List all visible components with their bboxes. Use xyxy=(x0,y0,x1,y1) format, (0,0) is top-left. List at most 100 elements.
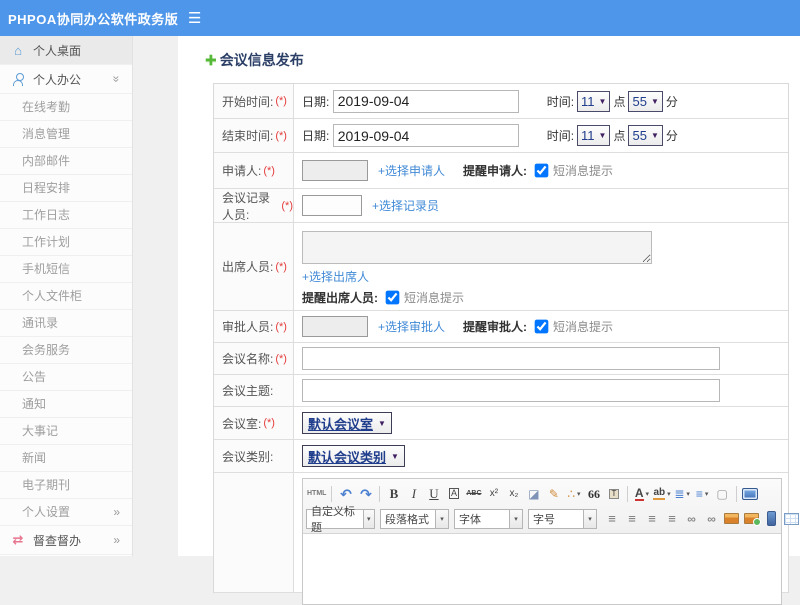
applicant-input[interactable] xyxy=(302,160,368,181)
bold-icon[interactable]: B xyxy=(384,484,403,503)
end-date-input[interactable] xyxy=(332,124,519,147)
choose-approver-link[interactable]: +选择审批人 xyxy=(378,318,445,335)
html-source-icon[interactable]: HTML xyxy=(306,484,327,503)
sidebar-item-message-management[interactable]: 消息管理 xyxy=(0,121,132,148)
rich-text-editor: HTML ↶ ↷ B I U A ABC x² x₂ ◪ ✎ ∴ ▾ 66 T … xyxy=(302,478,799,605)
start-date-input[interactable] xyxy=(332,89,519,113)
insert-table-icon[interactable] xyxy=(782,509,800,528)
start-hour-select[interactable]: 11 ▼ xyxy=(577,90,611,112)
meeting-room-label: 会议室: (*) xyxy=(214,407,294,439)
strikethrough-icon[interactable]: ABC xyxy=(464,484,483,503)
recorder-input[interactable] xyxy=(302,195,362,216)
undo-icon[interactable]: ↶ xyxy=(336,484,355,503)
sidebar-item-schedule[interactable]: 日程安排 xyxy=(0,175,132,202)
sidebar-item-online-attendance[interactable]: 在线考勤 xyxy=(0,94,132,121)
meeting-type-select[interactable]: 默认会议类别 ▼ xyxy=(302,445,405,467)
format-painter-icon[interactable]: ✎ xyxy=(544,484,563,503)
approver-label: 审批人员: (*) xyxy=(214,311,294,342)
font-color-icon[interactable]: A ▾ xyxy=(632,484,651,503)
insert-image-icon[interactable] xyxy=(722,509,741,528)
end-hour-select[interactable]: 11 ▼ xyxy=(577,125,611,146)
date-label: 日期: xyxy=(302,129,330,143)
sidebar-item-supervision[interactable]: ⇄ 督查督办 » xyxy=(0,526,132,555)
sidebar-item-e-journal[interactable]: 电子期刊 xyxy=(0,472,132,499)
align-center-icon[interactable]: ≡ xyxy=(622,509,641,528)
underline-icon[interactable]: U xyxy=(424,484,443,503)
paragraph-format-select[interactable]: 段落格式 ▾ xyxy=(380,508,449,529)
shuffle-icon: ⇄ xyxy=(12,532,24,547)
editor-content-area[interactable] xyxy=(303,534,781,604)
meeting-type-label: 会议类别: xyxy=(214,440,294,472)
preview-icon[interactable] xyxy=(741,484,760,503)
top-bar: PHPOA协同办公软件政务版 ☰ xyxy=(0,0,800,36)
choose-applicant-link[interactable]: +选择申请人 xyxy=(378,162,445,179)
toolbar-separator xyxy=(331,485,333,502)
align-left-icon[interactable]: ≡ xyxy=(602,509,621,528)
meeting-topic-input[interactable] xyxy=(302,379,720,402)
align-justify-icon[interactable]: ≡ xyxy=(662,509,681,528)
attendees-sms-checkbox[interactable] xyxy=(385,290,400,305)
sidebar-item-news[interactable]: 新闻 xyxy=(0,445,132,472)
subscript-icon[interactable]: x₂ xyxy=(504,484,523,503)
required-mark: (*) xyxy=(275,129,287,142)
blank-page-icon[interactable]: ▢ xyxy=(713,484,732,503)
row-attendees: 出席人员: (*) +选择出席人 提醒出席人员: 短消息提示 xyxy=(214,223,788,311)
sidebar-item-announcement[interactable]: 公告 xyxy=(0,364,132,391)
sidebar-item-memorabilia[interactable]: 大事记 xyxy=(0,418,132,445)
sidebar-item-internal-mail[interactable]: 内部邮件 xyxy=(0,148,132,175)
meeting-room-select[interactable]: 默认会议室 ▼ xyxy=(302,412,392,434)
meeting-content-label xyxy=(214,473,294,592)
unordered-list-icon[interactable]: ≡ ▾ xyxy=(693,484,712,503)
sidebar-item-work-log[interactable]: 工作日志 xyxy=(0,202,132,229)
highlight-color-icon[interactable]: ab ▾ xyxy=(652,484,671,503)
row-meeting-content: HTML ↶ ↷ B I U A ABC x² x₂ ◪ ✎ ∴ ▾ 66 T … xyxy=(214,473,799,605)
sidebar-item-meeting-service[interactable]: 会务服务 xyxy=(0,337,132,364)
ordered-list-icon[interactable]: ≣ ▾ xyxy=(673,484,692,503)
row-approver: 审批人员: (*) +选择审批人 提醒审批人: 短消息提示 xyxy=(214,311,788,343)
sms-tip-label: 短消息提示 xyxy=(553,164,614,178)
sidebar-item-mobile-sms[interactable]: 手机短信 xyxy=(0,256,132,283)
toolbar-separator xyxy=(735,485,737,502)
blockquote-icon[interactable]: 66 xyxy=(584,484,603,503)
row-meeting-name: 会议名称: (*) xyxy=(214,343,788,375)
end-minute-select[interactable]: 55 ▼ xyxy=(628,125,663,146)
font-family-select[interactable]: 字体 ▾ xyxy=(454,508,523,529)
eraser-icon[interactable]: ◪ xyxy=(524,484,543,503)
font-size-select[interactable]: 字号 ▾ xyxy=(528,508,597,529)
sidebar-item-notice[interactable]: 通知 xyxy=(0,391,132,418)
unlink-icon[interactable]: ∞ xyxy=(702,509,721,528)
sidebar-item-personal-office[interactable]: 个人办公 » xyxy=(0,65,132,94)
toolbar-separator xyxy=(627,485,629,502)
sidebar-item-personal-desktop[interactable]: ⌂ 个人桌面 xyxy=(0,36,132,65)
auto-typeset-icon[interactable]: ∴ ▾ xyxy=(564,484,583,503)
sidebar-item-contacts[interactable]: 通讯录 xyxy=(0,310,132,337)
upload-image-icon[interactable] xyxy=(742,509,761,528)
sidebar-item-work-plan[interactable]: 工作计划 xyxy=(0,229,132,256)
choose-attendees-link[interactable]: +选择出席人 xyxy=(302,270,369,284)
required-mark: (*) xyxy=(275,352,287,365)
font-border-icon[interactable]: A xyxy=(444,484,463,503)
approver-sms-checkbox[interactable] xyxy=(534,319,549,334)
sidebar-item-personal-file-cabinet[interactable]: 个人文件柜 xyxy=(0,283,132,310)
redo-icon[interactable]: ↷ xyxy=(356,484,375,503)
attendees-textarea[interactable] xyxy=(302,231,652,264)
start-minute-select[interactable]: 55 ▼ xyxy=(628,90,663,112)
sms-tip-label: 短消息提示 xyxy=(553,320,614,334)
superscript-icon[interactable]: x² xyxy=(484,484,503,503)
paste-text-icon[interactable]: T xyxy=(604,484,623,503)
page-title: 会议信息发布 xyxy=(219,52,304,68)
link-icon[interactable]: ∞ xyxy=(682,509,701,528)
choose-recorder-link[interactable]: +选择记录员 xyxy=(372,197,439,214)
row-meeting-type: 会议类别: 默认会议类别 ▼ xyxy=(214,440,788,473)
italic-icon[interactable]: I xyxy=(404,484,423,503)
sidebar-item-personal-settings[interactable]: 个人设置 » xyxy=(0,499,132,526)
page-break-icon[interactable] xyxy=(762,509,781,528)
approver-input[interactable] xyxy=(302,316,368,337)
custom-title-select[interactable]: 自定义标题 ▾ xyxy=(306,506,375,534)
applicant-sms-checkbox[interactable] xyxy=(534,163,549,178)
row-start-time: 开始时间: (*) 日期: 时间: 11 ▼ 点 55 ▼ 分 xyxy=(214,84,788,119)
hamburger-menu-icon[interactable]: ☰ xyxy=(188,9,201,27)
align-right-icon[interactable]: ≡ xyxy=(642,509,661,528)
start-time-label: 开始时间: (*) xyxy=(214,84,294,118)
meeting-name-input[interactable] xyxy=(302,347,720,370)
